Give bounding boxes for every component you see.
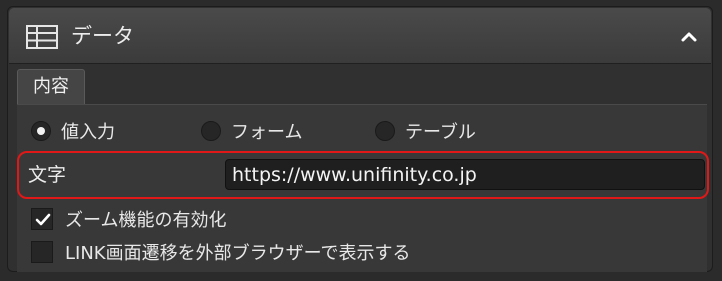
radio-label: フォーム [231, 122, 303, 143]
zoom-checkbox[interactable] [31, 208, 53, 230]
panel-title: データ [71, 24, 134, 48]
data-source-radio-group: 値入力 フォーム テーブル [17, 117, 707, 145]
chevron-up-icon [681, 32, 697, 42]
url-input[interactable] [225, 159, 705, 190]
zoom-option-label: ズーム機能の有効化 [65, 210, 227, 231]
radio-selected-indicator [31, 121, 51, 141]
checkmark-icon [35, 213, 51, 226]
panel-header[interactable]: データ [9, 8, 711, 64]
radio-label: 値入力 [61, 122, 115, 143]
text-field-label: 文字 [28, 164, 67, 186]
radio-form[interactable]: フォーム [201, 117, 302, 145]
text-field-row: 文字 [17, 151, 709, 199]
radio-indicator [375, 121, 395, 141]
radio-indicator [201, 121, 221, 141]
collapse-button[interactable] [675, 23, 703, 49]
zoom-option[interactable]: ズーム機能の有効化 [31, 205, 226, 233]
external-browser-option[interactable]: LINK画面遷移を外部ブラウザーで表示する [31, 238, 411, 266]
tab-bar: 内容 [17, 69, 707, 104]
external-browser-checkbox[interactable] [31, 241, 53, 263]
table-icon [26, 25, 58, 49]
tab-content-area: 値入力 フォーム テーブル 文字 ズーム機能の有効化 [17, 104, 709, 272]
data-panel: データ 内容 値入力 フォーム テーブル 文字 https://www.unif… [7, 6, 713, 272]
radio-label: テーブル [405, 122, 476, 143]
external-browser-option-label: LINK画面遷移を外部ブラウザーで表示する [65, 243, 411, 264]
radio-value-input[interactable]: 値入力 [31, 117, 115, 145]
radio-table[interactable]: テーブル [375, 117, 476, 145]
tab-content[interactable]: 内容 [17, 69, 85, 104]
